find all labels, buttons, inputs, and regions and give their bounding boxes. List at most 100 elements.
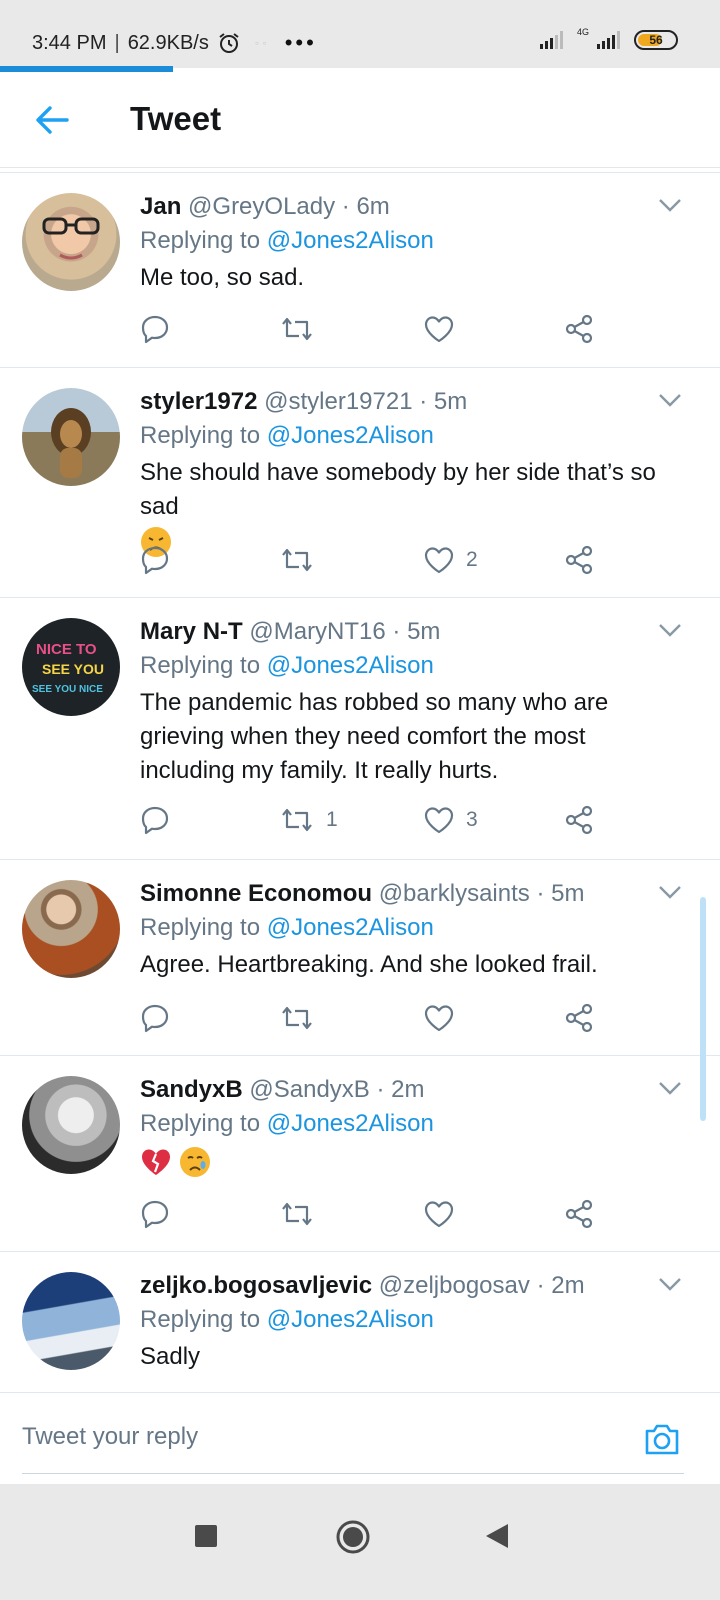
- like-button[interactable]: [424, 309, 466, 349]
- status-notification-icons: ◦ ◦: [254, 36, 267, 50]
- replying-to: Replying to @Jones2Alison: [140, 1302, 680, 1338]
- reply-button[interactable]: [140, 309, 182, 349]
- tweet[interactable]: Jan @GreyOLady · 6m Replying to @Jones2A…: [0, 173, 720, 368]
- like-button[interactable]: 3: [424, 800, 478, 840]
- like-button[interactable]: 2: [424, 540, 478, 580]
- replying-prefix: Replying to: [140, 1110, 261, 1137]
- replying-to-link[interactable]: @Jones2Alison: [267, 1110, 434, 1137]
- reply-button[interactable]: [140, 998, 182, 1038]
- avatar[interactable]: [22, 388, 120, 486]
- crying-face-emoji: [179, 1146, 210, 1177]
- retweet-button[interactable]: [280, 309, 326, 349]
- reply-icon: [141, 1200, 169, 1229]
- chevron-down-icon[interactable]: [658, 197, 682, 213]
- chevron-down-icon[interactable]: [658, 1276, 682, 1292]
- reply-icon: [141, 546, 169, 575]
- share-button[interactable]: [564, 309, 594, 349]
- battery-icon: 56: [634, 30, 678, 50]
- retweet-icon: [282, 548, 312, 572]
- avatar-text-line-2: SEE YOU: [42, 661, 104, 677]
- retweet-button[interactable]: [280, 540, 326, 580]
- reply-button[interactable]: [140, 1194, 182, 1234]
- replying-to: Replying to @Jones2Alison: [140, 648, 680, 684]
- replying-to: Replying to @Jones2Alison: [140, 418, 680, 454]
- network-type: 4G: [576, 27, 589, 37]
- reply-underline: [22, 1473, 684, 1474]
- share-icon: [565, 545, 593, 575]
- system-nav-bar: [0, 1484, 720, 1600]
- tweet-meta: styler1972 @styler19721 · 5m: [140, 386, 680, 418]
- like-icon: [424, 1201, 454, 1228]
- share-button[interactable]: [564, 998, 594, 1038]
- back-arrow-icon: [36, 106, 69, 134]
- replying-prefix: Replying to: [140, 652, 261, 679]
- tweet-meta: Mary N-T @MaryNT16 · 5m: [140, 616, 680, 648]
- share-button[interactable]: [564, 1194, 594, 1234]
- author-handle: @GreyOLady: [188, 193, 336, 220]
- author-name[interactable]: Mary N-T: [140, 618, 243, 645]
- tweet[interactable]: SandyxB @SandyxB · 2m Replying to @Jones…: [0, 1056, 720, 1252]
- replying-to-link[interactable]: @Jones2Alison: [267, 1306, 434, 1333]
- author-name[interactable]: SandyxB: [140, 1076, 243, 1103]
- author-name[interactable]: Simonne Economou: [140, 880, 372, 907]
- app-header: Tweet: [0, 72, 720, 168]
- home-icon[interactable]: [336, 1520, 370, 1554]
- author-name[interactable]: Jan: [140, 193, 181, 220]
- avatar[interactable]: NICE TO SEE YOU SEE YOU NICE: [22, 618, 120, 716]
- back-nav-icon[interactable]: [484, 1522, 510, 1550]
- battery-level: 56: [649, 33, 663, 47]
- author-handle: @barklysaints: [378, 880, 530, 907]
- chevron-down-icon[interactable]: [658, 622, 682, 638]
- tweet[interactable]: Simonne Economou @barklysaints · 5m Repl…: [0, 860, 720, 1056]
- tweet-body: Mary N-T @MaryNT16 · 5m Replying to @Jon…: [140, 616, 680, 788]
- replying-to-link[interactable]: @Jones2Alison: [267, 227, 434, 254]
- retweet-button[interactable]: [280, 998, 326, 1038]
- author-name[interactable]: zeljko.bogosavljevic: [140, 1272, 372, 1299]
- tweet-actions: 1 3: [140, 800, 620, 840]
- reply-button[interactable]: [140, 800, 182, 840]
- tweet[interactable]: zeljko.bogosavljevic @zeljbogosav · 2m R…: [0, 1252, 720, 1396]
- scrollbar-thumb[interactable]: [700, 897, 706, 1121]
- tweet[interactable]: NICE TO SEE YOU SEE YOU NICE Mary N-T @M…: [0, 598, 720, 860]
- reply-input[interactable]: Tweet your reply: [22, 1423, 198, 1451]
- avatar[interactable]: [22, 880, 120, 978]
- replying-to-link[interactable]: @Jones2Alison: [267, 422, 434, 449]
- retweet-button[interactable]: [280, 1194, 326, 1234]
- tweet-text: Sadly: [140, 1343, 201, 1370]
- replying-to-link[interactable]: @Jones2Alison: [267, 914, 434, 941]
- alarm-icon: [219, 33, 239, 53]
- tweet-body: Jan @GreyOLady · 6m Replying to @Jones2A…: [140, 191, 680, 295]
- tweet-time: · 2m: [536, 1272, 585, 1299]
- tweet[interactable]: styler1972 @styler19721 · 5m Replying to…: [0, 368, 720, 598]
- avatar[interactable]: [22, 1272, 120, 1370]
- status-right: 4G 56: [539, 27, 678, 50]
- retweet-count: 1: [326, 808, 338, 831]
- camera-icon[interactable]: [642, 1419, 682, 1459]
- share-icon: [565, 314, 593, 344]
- recent-apps-icon[interactable]: [194, 1524, 218, 1548]
- replying-prefix: Replying to: [140, 1306, 261, 1333]
- avatar[interactable]: [22, 193, 120, 291]
- chevron-down-icon[interactable]: [658, 884, 682, 900]
- broken-heart-emoji: [142, 1149, 170, 1175]
- chevron-down-icon[interactable]: [658, 392, 682, 408]
- like-button[interactable]: [424, 998, 466, 1038]
- like-button[interactable]: [424, 1194, 466, 1234]
- author-name[interactable]: styler1972: [140, 388, 257, 415]
- signal-icon: [539, 31, 563, 49]
- share-button[interactable]: [564, 540, 594, 580]
- retweet-icon: [282, 808, 312, 832]
- chevron-down-icon[interactable]: [658, 1080, 682, 1096]
- tweet-text: Me too, so sad.: [140, 264, 305, 291]
- back-button[interactable]: [30, 98, 74, 142]
- reply-button[interactable]: [140, 540, 182, 580]
- retweet-button[interactable]: 1: [280, 800, 338, 840]
- tweet-meta: zeljko.bogosavljevic @zeljbogosav · 2m: [140, 1270, 680, 1302]
- tweet-actions: [140, 1194, 620, 1234]
- tweet-time: · 5m: [419, 388, 468, 415]
- status-bar: 3:44 PM | 62.9KB/s ◦ ◦ ••• 4G 56: [0, 0, 720, 68]
- avatar[interactable]: [22, 1076, 120, 1174]
- replying-to-link[interactable]: @Jones2Alison: [267, 652, 434, 679]
- share-button[interactable]: [564, 800, 594, 840]
- reply-feed[interactable]: Jan @GreyOLady · 6m Replying to @Jones2A…: [0, 172, 720, 1396]
